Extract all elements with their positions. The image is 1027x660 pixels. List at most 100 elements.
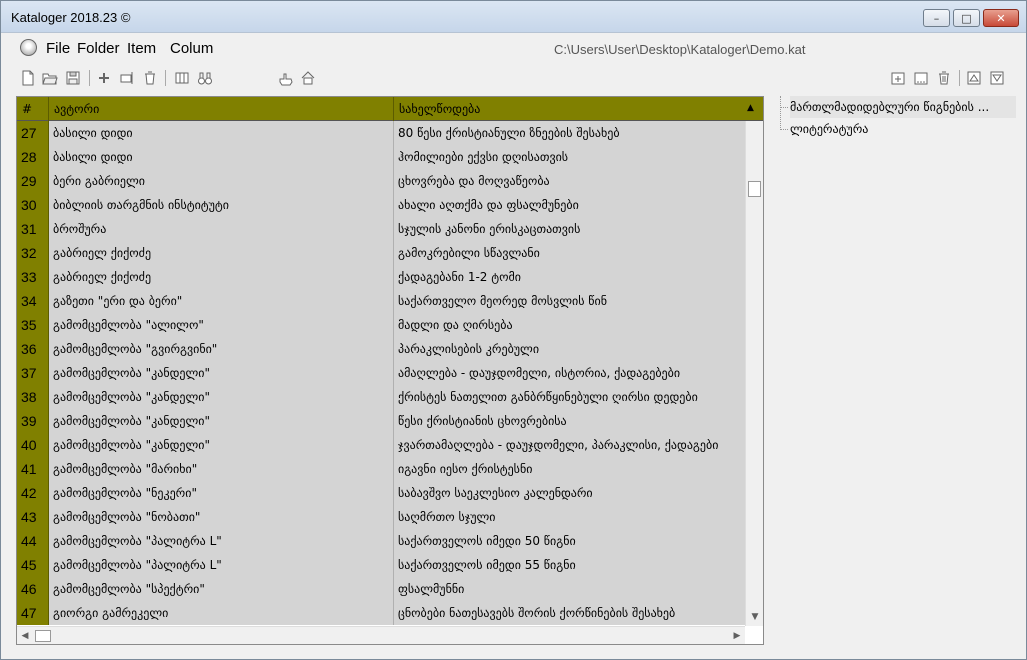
table-row[interactable]: 38 გამომცემლობა "კანდელი" ქრისტეს ნათელით …: [17, 385, 745, 409]
row-number-cell[interactable]: 41: [17, 457, 49, 481]
menu-folder[interactable]: Folder: [77, 40, 120, 57]
column-header-number[interactable]: #: [17, 97, 49, 121]
title-cell[interactable]: ჰომილიები ექვსი დღისათვის: [394, 145, 745, 169]
author-cell[interactable]: ბასილი დიდი: [49, 121, 394, 145]
save-icon[interactable]: [65, 70, 81, 86]
table-row[interactable]: 41 გამომცემლობა "მარიხი" იგავნი იესო ქრისტ…: [17, 457, 745, 481]
table-row[interactable]: 44 გამომცემლობა "პალიტრა L" საქართველოს იმ…: [17, 529, 745, 553]
author-cell[interactable]: გამომცემლობა "კანდელი": [49, 361, 394, 385]
trash-icon[interactable]: [936, 70, 952, 86]
title-cell[interactable]: საბავშვო საეკლესიო კალენდარი: [394, 481, 745, 505]
menu-item[interactable]: Item: [127, 40, 156, 57]
edit-icon[interactable]: [119, 70, 135, 86]
row-number-cell[interactable]: 39: [17, 409, 49, 433]
table-row[interactable]: 29 ბერი გაბრიელი ცხოვრება და მოღვაწეობა: [17, 169, 745, 193]
table-row[interactable]: 28 ბასილი დიდი ჰომილიები ექვსი დღისათვის: [17, 145, 745, 169]
table-row[interactable]: 46 გამომცემლობა "სპექტრი" ფსალმუნნი: [17, 577, 745, 601]
vertical-scrollbar[interactable]: ▼: [745, 121, 763, 626]
title-cell[interactable]: ცხოვრება და მოღვაწეობა: [394, 169, 745, 193]
title-cell[interactable]: საქართველოს იმედი 50 წიგნი: [394, 529, 745, 553]
move-up-icon[interactable]: [966, 70, 982, 86]
author-cell[interactable]: გამომცემლობა "კანდელი": [49, 385, 394, 409]
move-down-icon[interactable]: [989, 70, 1005, 86]
row-number-cell[interactable]: 27: [17, 121, 49, 145]
tree-item-orthodox-books[interactable]: მართლმადიდებლური წიგნების ...: [790, 96, 1016, 118]
row-number-cell[interactable]: 37: [17, 361, 49, 385]
title-cell[interactable]: ჯვართამაღლება - დაუჯდომელი, პარაკლისი, ქ…: [394, 433, 745, 457]
title-cell[interactable]: იგავნი იესო ქრისტესნი: [394, 457, 745, 481]
author-cell[interactable]: გამომცემლობა "კანდელი": [49, 433, 394, 457]
table-row[interactable]: 36 გამომცემლობა "გვირგვინი" პარაკლისების კ…: [17, 337, 745, 361]
close-button[interactable]: ✕: [983, 9, 1019, 27]
row-number-cell[interactable]: 28: [17, 145, 49, 169]
table-row[interactable]: 39 გამომცემლობა "კანდელი" წესი ქრისტიანის …: [17, 409, 745, 433]
horizontal-scrollbar[interactable]: ◀ ▶: [17, 626, 745, 644]
table-row[interactable]: 31 ბროშურა სჯულის კანონი ერისკაცთათვის: [17, 217, 745, 241]
row-number-cell[interactable]: 33: [17, 265, 49, 289]
author-cell[interactable]: გამომცემლობა "მარიხი": [49, 457, 394, 481]
table-row[interactable]: 45 გამომცემლობა "პალიტრა L" საქართველოს იმ…: [17, 553, 745, 577]
folder-dots-icon[interactable]: [913, 70, 929, 86]
add-icon[interactable]: [96, 70, 112, 86]
author-cell[interactable]: გამომცემლობა "პალიტრა L": [49, 553, 394, 577]
author-cell[interactable]: გამომცემლობა "ნეკერი": [49, 481, 394, 505]
author-cell[interactable]: ბასილი დიდი: [49, 145, 394, 169]
table-row[interactable]: 27 ბასილი დიდი 80 წესი ქრისტიანული ზნეების…: [17, 121, 745, 145]
author-cell[interactable]: გამომცემლობა "ალილო": [49, 313, 394, 337]
title-cell[interactable]: ფსალმუნნი: [394, 577, 745, 601]
title-cell[interactable]: პარაკლისების კრებული: [394, 337, 745, 361]
binoculars-icon[interactable]: [197, 70, 213, 86]
tree-item-literature[interactable]: ლიტერატურა: [790, 118, 1016, 140]
home-icon[interactable]: [300, 70, 316, 86]
vertical-scroll-thumb[interactable]: [748, 181, 761, 197]
new-file-icon[interactable]: [20, 70, 36, 86]
author-cell[interactable]: გაზეთი "ერი და ბერი": [49, 289, 394, 313]
maximize-button[interactable]: □: [953, 9, 980, 27]
author-cell[interactable]: გაბრიელ ქიქოძე: [49, 265, 394, 289]
author-cell[interactable]: გამომცემლობა "გვირგვინი": [49, 337, 394, 361]
open-folder-icon[interactable]: [42, 70, 58, 86]
row-number-cell[interactable]: 36: [17, 337, 49, 361]
row-number-cell[interactable]: 35: [17, 313, 49, 337]
table-row[interactable]: 35 გამომცემლობა "ალილო" მადლი და ღირსება: [17, 313, 745, 337]
table-row[interactable]: 34 გაზეთი "ერი და ბერი" საქართველო მეორედ …: [17, 289, 745, 313]
column-header-author[interactable]: ავტორი: [49, 97, 394, 121]
title-cell[interactable]: ქადაგებანი 1-2 ტომი: [394, 265, 745, 289]
row-number-cell[interactable]: 30: [17, 193, 49, 217]
row-number-cell[interactable]: 47: [17, 601, 49, 625]
author-cell[interactable]: გამომცემლობა "ნობათი": [49, 505, 394, 529]
table-row[interactable]: 33 გაბრიელ ქიქოძე ქადაგებანი 1-2 ტომი: [17, 265, 745, 289]
menu-file[interactable]: File: [46, 40, 70, 57]
row-number-cell[interactable]: 29: [17, 169, 49, 193]
row-number-cell[interactable]: 45: [17, 553, 49, 577]
column-header-title[interactable]: სახელწოდება: [394, 97, 745, 121]
title-cell[interactable]: ცნობები ნათესავებს შორის ქორწინების შესა…: [394, 601, 745, 625]
row-number-cell[interactable]: 38: [17, 385, 49, 409]
hand-point-icon[interactable]: [278, 70, 294, 86]
table-row[interactable]: 47 გიორგი გამრეკელი ცნობები ნათესავებს შორ…: [17, 601, 745, 625]
title-cell[interactable]: წესი ქრისტიანის ცხოვრებისა: [394, 409, 745, 433]
menu-colum[interactable]: Colum: [170, 40, 213, 57]
delete-icon[interactable]: [142, 70, 158, 86]
scroll-left-arrow-icon[interactable]: ◀: [17, 627, 33, 644]
minimize-button[interactable]: –: [923, 9, 950, 27]
scroll-right-arrow-icon[interactable]: ▶: [729, 627, 745, 644]
table-row[interactable]: 42 გამომცემლობა "ნეკერი" საბავშვო საეკლესი…: [17, 481, 745, 505]
row-number-cell[interactable]: 44: [17, 529, 49, 553]
author-cell[interactable]: გამომცემლობა "სპექტრი": [49, 577, 394, 601]
title-cell[interactable]: საქართველოს იმედი 55 წიგნი: [394, 553, 745, 577]
add-folder-icon[interactable]: [890, 70, 906, 86]
title-cell[interactable]: ახალი აღთქმა და ფსალმუნები: [394, 193, 745, 217]
row-number-cell[interactable]: 32: [17, 241, 49, 265]
scroll-down-arrow-icon[interactable]: ▼: [746, 608, 763, 626]
author-cell[interactable]: გამომცემლობა "პალიტრა L": [49, 529, 394, 553]
title-cell[interactable]: ქრისტეს ნათელით განბრწყინებული ღირსი დედ…: [394, 385, 745, 409]
row-number-cell[interactable]: 34: [17, 289, 49, 313]
title-cell[interactable]: ამაღლება - დაუჯდომელი, ისტორია, ქადაგებე…: [394, 361, 745, 385]
row-number-cell[interactable]: 42: [17, 481, 49, 505]
table-row[interactable]: 30 ბიბლიის თარგმნის ინსტიტუტი ახალი აღთქმა…: [17, 193, 745, 217]
author-cell[interactable]: გიორგი გამრეკელი: [49, 601, 394, 625]
author-cell[interactable]: ბერი გაბრიელი: [49, 169, 394, 193]
title-cell[interactable]: საქართველო მეორედ მოსვლის წინ: [394, 289, 745, 313]
author-cell[interactable]: ბროშურა: [49, 217, 394, 241]
